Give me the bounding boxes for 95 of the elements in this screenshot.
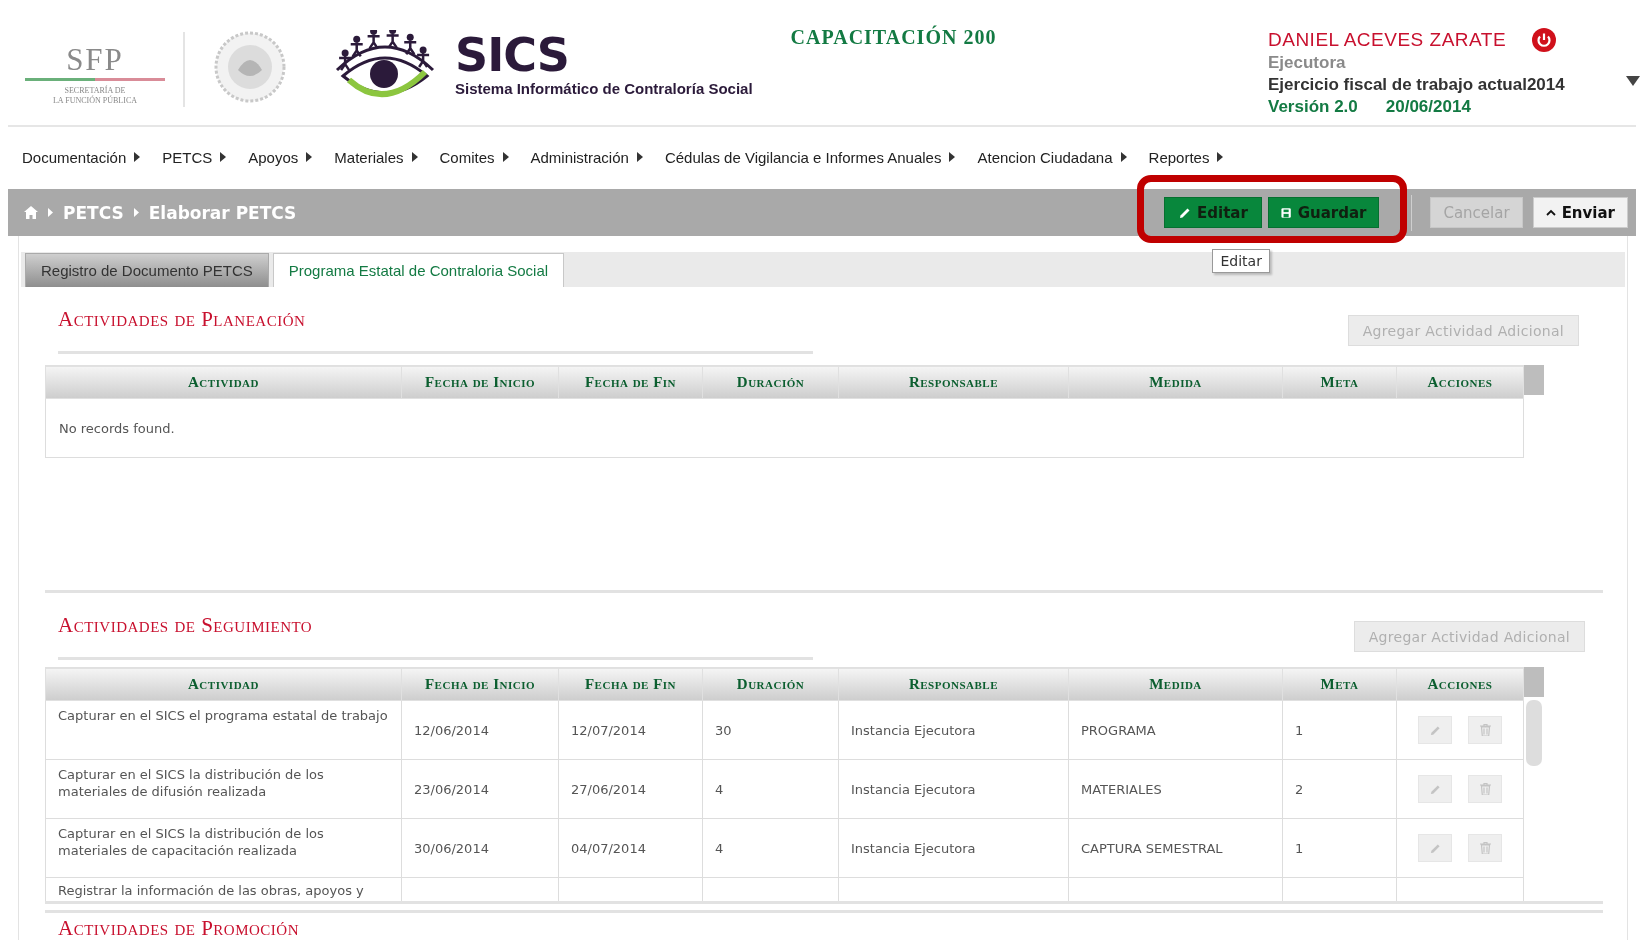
- menu-item[interactable]: Administración: [530, 137, 643, 177]
- empty-message: No records found.: [45, 398, 1524, 458]
- table-cell: 23/06/2014: [401, 759, 559, 819]
- caret-up-icon: [1545, 209, 1556, 216]
- column-header: Actividad: [45, 667, 402, 701]
- home-icon[interactable]: [24, 206, 38, 219]
- column-header: Fecha de Inicio: [401, 667, 559, 701]
- table-cell: PROGRAMA: [1068, 700, 1283, 760]
- column-header: Acciones: [1396, 365, 1524, 399]
- table-cell: Instancia Ejecutora: [838, 759, 1069, 819]
- trash-icon: [1479, 842, 1491, 854]
- column-header: Duración: [702, 667, 839, 701]
- caret-icon: [1217, 152, 1224, 162]
- sfp-logo: SFP SECRETARÍA DE LA FUNCIÓN PÚBLICA: [25, 44, 165, 106]
- table-cell: 1: [1282, 700, 1397, 760]
- edit-row-button[interactable]: [1418, 716, 1452, 744]
- table-cell: MATERIALES: [1068, 759, 1283, 819]
- table-cell: Capturar en el SICS la distribución de los materiales de difusión realizada: [45, 759, 402, 819]
- caret-icon: [48, 208, 53, 217]
- fiscal-year-label: Ejercicio fiscal de trabajo actual2014: [1268, 74, 1566, 96]
- table-cell: 1: [1282, 818, 1397, 878]
- pencil-icon: [1429, 724, 1441, 736]
- column-header: Meta: [1282, 667, 1397, 701]
- caret-icon: [411, 152, 418, 162]
- column-header: Actividad: [45, 365, 402, 399]
- toolbar-button[interactable]: Enviar: [1532, 197, 1628, 228]
- trash-icon: [1479, 783, 1491, 795]
- column-header: Fecha de Fin: [558, 365, 703, 399]
- delete-row-button[interactable]: [1468, 775, 1502, 803]
- table-cell: CAPTURA SEMESTRAL: [1068, 818, 1283, 878]
- caret-icon: [636, 152, 643, 162]
- column-header: Meta: [1282, 365, 1397, 399]
- section-title: Actividades de Promoción: [58, 916, 299, 940]
- user-role: Ejecutora: [1268, 52, 1347, 74]
- column-header: Responsable: [838, 667, 1069, 701]
- dropdown-triangle-icon[interactable]: [1626, 76, 1640, 86]
- table-cell: Capturar en el SICS la distribución de los materiales de capacitación realizada: [45, 818, 402, 878]
- table-cell: 27/06/2014: [558, 759, 703, 819]
- delete-row-button[interactable]: [1468, 716, 1502, 744]
- table-cell: 04/07/2014: [558, 818, 703, 878]
- menu-item[interactable]: Reportes: [1148, 137, 1224, 177]
- section-title: Actividades de Seguimiento: [58, 613, 313, 637]
- scrollbar[interactable]: [1524, 365, 1544, 395]
- app-name: SICS: [455, 30, 570, 80]
- toolbar-button[interactable]: Editar: [1164, 197, 1263, 228]
- pencil-icon: [1429, 842, 1441, 854]
- edit-row-button[interactable]: [1418, 775, 1452, 803]
- toolbar-button[interactable]: Guardar: [1268, 197, 1380, 228]
- table-cell: 30: [702, 700, 839, 760]
- table-cell: 4: [702, 818, 839, 878]
- environment-label: CAPACITACIÓN 200: [790, 26, 997, 49]
- table-cell: Instancia Ejecutora: [838, 818, 1069, 878]
- menu-item[interactable]: PETCS: [162, 137, 227, 177]
- table-cell: 12/06/2014: [401, 700, 559, 760]
- tab[interactable]: Programa Estatal de Contraloria Social: [272, 253, 565, 287]
- caret-icon: [502, 152, 509, 162]
- caret-icon: [1120, 152, 1127, 162]
- power-icon[interactable]: [1532, 28, 1557, 52]
- column-header: Responsable: [838, 365, 1069, 399]
- column-header: Fecha de Fin: [558, 667, 703, 701]
- section-title: Actividades de Planeación: [58, 307, 306, 331]
- tooltip: Editar: [1212, 249, 1270, 273]
- caret-icon: [306, 152, 313, 162]
- table-cell: 2: [1282, 759, 1397, 819]
- table-cell: 12/07/2014: [558, 700, 703, 760]
- caret-icon: [134, 152, 141, 162]
- caret-icon: [949, 152, 956, 162]
- table-cell: Registrar la información de las obras, apoyos y: [45, 877, 402, 901]
- app-subtitle: Sistema Informático de Contraloría Social: [455, 80, 753, 97]
- user-name: DANIEL ACEVES ZARATE: [1268, 29, 1507, 51]
- delete-row-button[interactable]: [1468, 834, 1502, 862]
- table-cell: 4: [702, 759, 839, 819]
- menu-item[interactable]: Comites: [439, 137, 509, 177]
- caret-icon: [133, 208, 139, 217]
- menu-item[interactable]: Cédulas de Vigilancia e Informes Anuales: [664, 137, 956, 177]
- date-label: 20/06/2014: [1385, 96, 1471, 118]
- pencil-icon: [1179, 206, 1191, 219]
- column-header: Medida: [1068, 667, 1283, 701]
- table-cell: 30/06/2014: [401, 818, 559, 878]
- caret-icon: [220, 152, 227, 162]
- trash-icon: [1479, 724, 1491, 736]
- edit-row-button[interactable]: [1418, 834, 1452, 862]
- menu-item[interactable]: Documentación: [22, 137, 141, 177]
- menu-item[interactable]: Apoyos: [248, 137, 313, 177]
- column-header: Medida: [1068, 365, 1283, 399]
- menu-item[interactable]: Materiales: [334, 137, 418, 177]
- pencil-icon: [1429, 783, 1441, 795]
- tab[interactable]: Registro de Documento PETCS: [25, 253, 269, 287]
- column-header: Fecha de Inicio: [401, 365, 559, 399]
- table-cell: Capturar en el SICS el programa estatal de trabajo: [45, 700, 402, 760]
- menu-item[interactable]: Atencion Ciudadana: [977, 137, 1127, 177]
- column-header: Acciones: [1396, 667, 1524, 701]
- version-label: Versión 2.0: [1268, 96, 1358, 118]
- column-header: Duración: [702, 365, 839, 399]
- table-cell: Instancia Ejecutora: [838, 700, 1069, 760]
